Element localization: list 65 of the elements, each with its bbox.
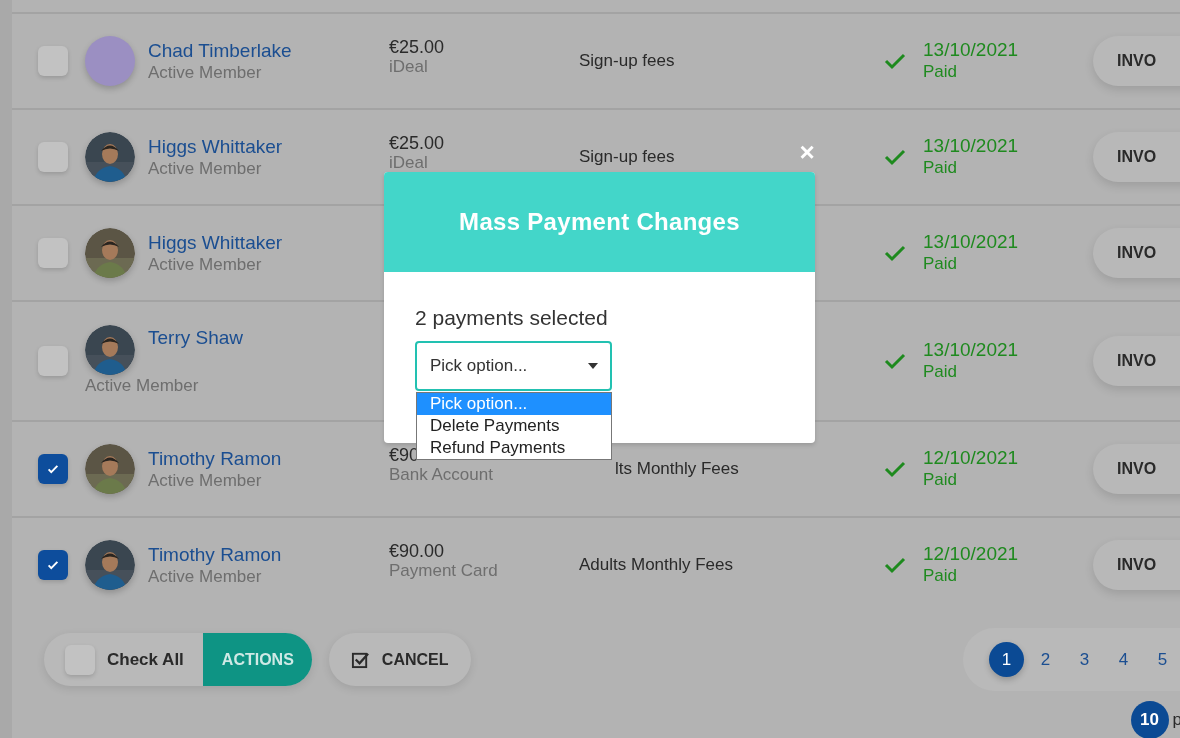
invoice-button[interactable]: INVO	[1093, 540, 1180, 590]
amount: €25.00	[389, 133, 446, 153]
page-button[interactable]: 3	[1067, 642, 1102, 677]
selection-summary: 2 payments selected	[415, 306, 608, 330]
description: Adults Monthly Fees	[579, 555, 733, 574]
check-all-label[interactable]: Check All	[107, 649, 184, 670]
option-select[interactable]: Pick option...	[415, 341, 612, 391]
dropdown-option[interactable]: Refund Payments	[417, 437, 611, 459]
check-icon	[46, 462, 60, 476]
page-button[interactable]: 4	[1106, 642, 1141, 677]
checkbox[interactable]	[38, 346, 68, 376]
modal-title: Mass Payment Changes	[459, 208, 740, 236]
payment-status: Paid	[923, 253, 959, 275]
member-name[interactable]: Timothy Ramon	[148, 446, 282, 470]
checkbox-icon	[350, 650, 370, 669]
invoice-button[interactable]: INVO	[1093, 228, 1180, 278]
page-button[interactable]: 2	[1028, 642, 1063, 677]
payment-status: Paid	[923, 565, 959, 587]
check-icon	[46, 558, 60, 572]
member-name[interactable]: Higgs Whittaker	[148, 134, 283, 158]
caret-icon	[588, 363, 598, 369]
member-name[interactable]: Chad Timberlake	[148, 38, 292, 62]
invoice-button[interactable]: INVO	[1093, 132, 1180, 182]
cancel-button[interactable]: CANCEL	[328, 633, 471, 686]
invoice-button[interactable]: INVO	[1093, 444, 1180, 494]
description: Sign-up fees	[579, 51, 675, 70]
member-name[interactable]: Terry Shaw	[148, 326, 244, 349]
amount: €90.00	[389, 541, 446, 561]
invoice-button[interactable]: INVO	[1093, 36, 1180, 86]
page-button[interactable]: 5	[1145, 642, 1180, 677]
payment-status: Paid	[923, 361, 959, 383]
page-button[interactable]: 1	[989, 642, 1024, 677]
per-page-button[interactable]: 10	[1130, 701, 1169, 738]
member-status: Active Member	[148, 61, 263, 84]
checkbox[interactable]	[38, 46, 68, 76]
payment-status: Paid	[923, 469, 959, 491]
invoice-button[interactable]: INVO	[1093, 336, 1180, 386]
payment-date: 13/10/2021	[923, 339, 1020, 361]
payment-method: iDeal	[389, 57, 429, 76]
payment-date: 13/10/2021	[923, 39, 1020, 61]
payment-status: Paid	[923, 61, 959, 83]
description: lts Monthly Fees	[615, 459, 739, 478]
payment-date: 12/10/2021	[923, 543, 1020, 565]
payment-method: iDeal	[389, 153, 429, 172]
member-status: Active Member	[148, 469, 263, 492]
amount: €25.00	[389, 37, 446, 57]
checkbox[interactable]	[38, 142, 68, 172]
member-status: Active Member	[148, 157, 263, 180]
payment-date: 12/10/2021	[923, 447, 1020, 469]
member-status: Active Member	[85, 376, 199, 395]
checkbox[interactable]	[38, 550, 68, 580]
member-name[interactable]: Timothy Ramon	[148, 542, 282, 566]
payment-method: Payment Card	[389, 561, 499, 580]
member-status: Active Member	[148, 565, 263, 588]
payment-date: 13/10/2021	[923, 231, 1020, 253]
payment-date: 13/10/2021	[923, 135, 1020, 157]
payment-status: Paid	[923, 157, 959, 179]
checkbox[interactable]	[38, 454, 68, 484]
member-status: Active Member	[148, 253, 263, 276]
payment-method: Bank Account	[389, 465, 494, 484]
dropdown-option[interactable]: Delete Payments	[417, 415, 611, 437]
member-name[interactable]: Higgs Whittaker	[148, 230, 283, 254]
checkbox[interactable]	[65, 644, 95, 675]
checkbox[interactable]	[38, 238, 68, 268]
description: Sign-up fees	[579, 147, 675, 166]
